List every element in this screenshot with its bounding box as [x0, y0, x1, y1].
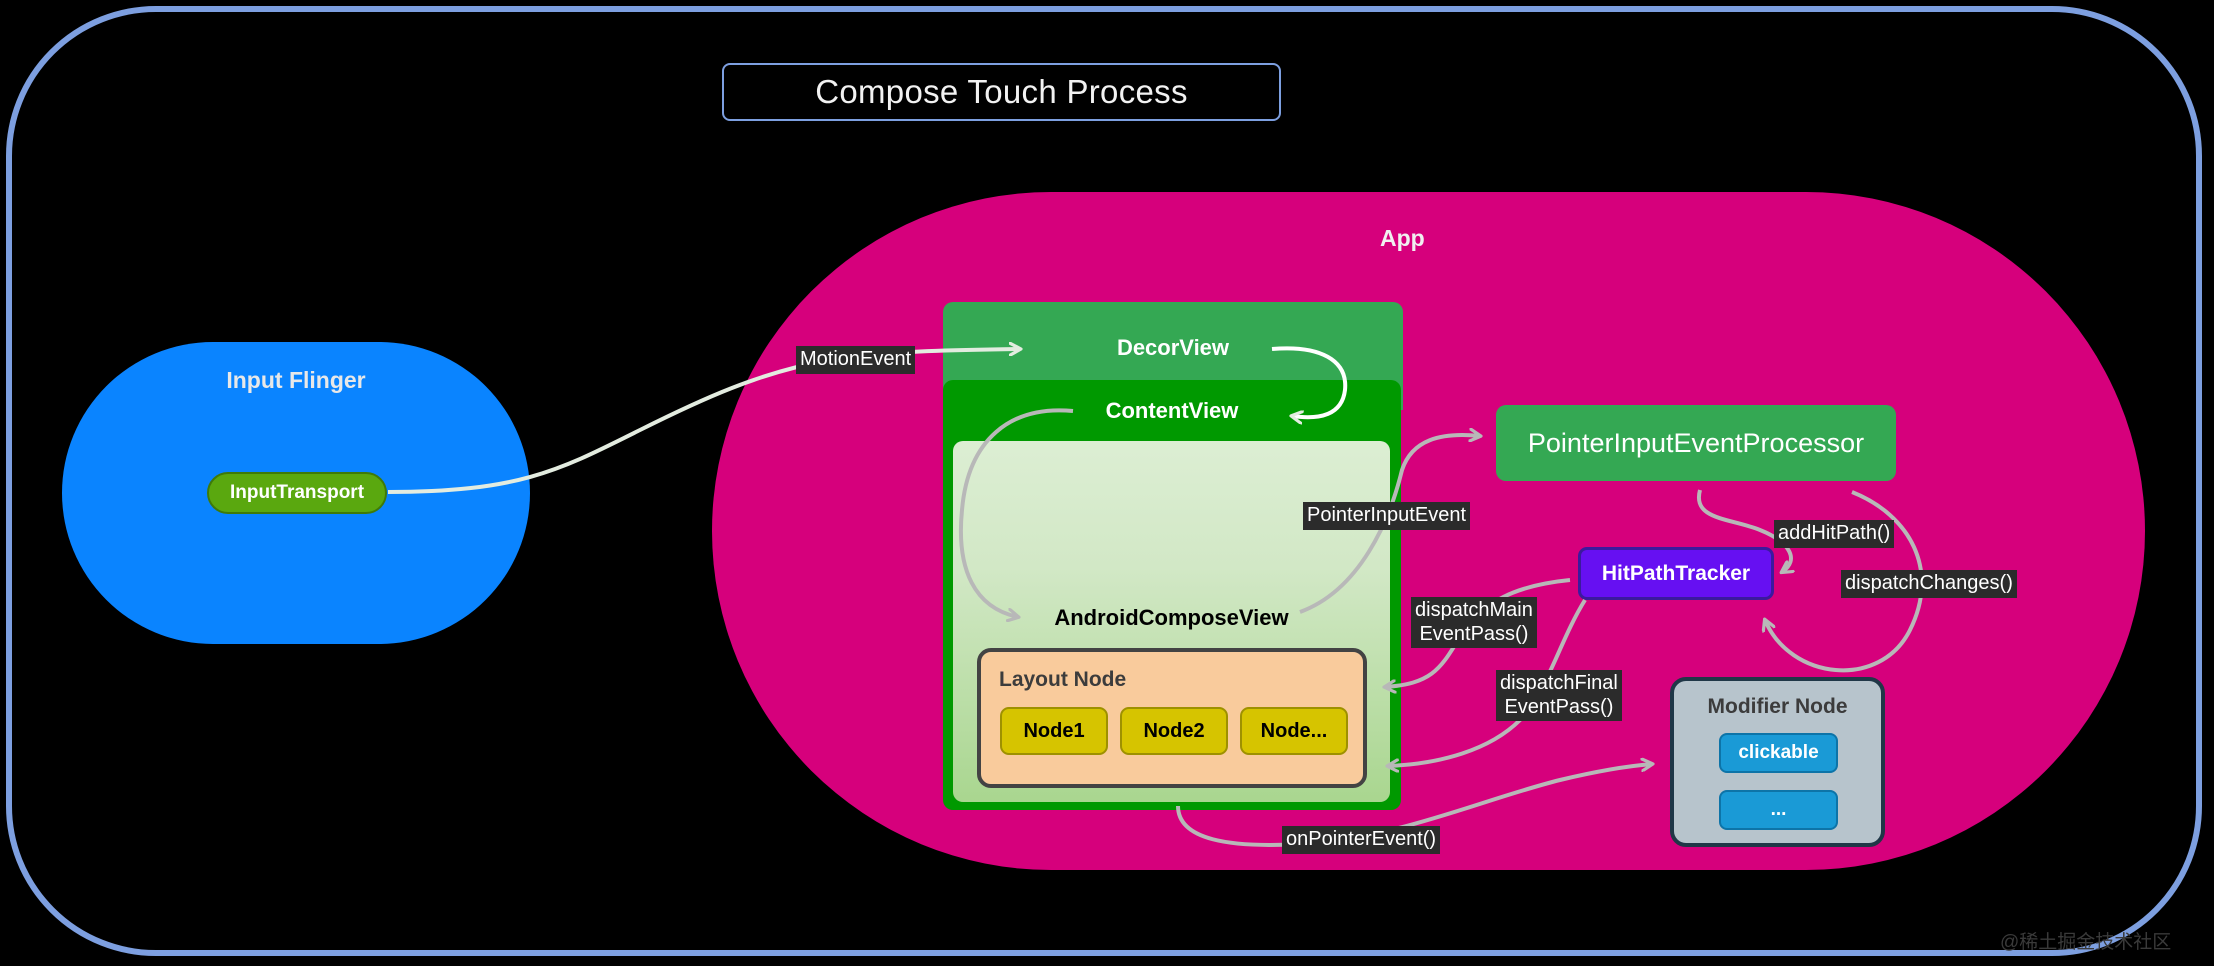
modifier-item-clickable: clickable [1719, 733, 1838, 773]
diagram-title-box: Compose Touch Process [722, 63, 1281, 121]
modifier-node-title: Modifier Node [1707, 695, 1848, 718]
diagram-canvas: Compose Touch Process App Input Flinger … [0, 0, 2214, 966]
modifier-item-more: ... [1719, 790, 1838, 830]
android-compose-view-label: AndroidComposeView [1054, 605, 1289, 630]
layout-node-children: Node1 Node2 Node... [1000, 707, 1348, 755]
input-flinger-label: Input Flinger [226, 367, 366, 393]
content-view-label: ContentView [1105, 398, 1239, 423]
layout-node-title: Layout Node [999, 668, 1127, 691]
page-title: Compose Touch Process [815, 73, 1188, 110]
layout-child-node: Node... [1240, 707, 1348, 755]
edge-label-dispatch-final-event-pass: dispatchFinal EventPass() [1496, 670, 1622, 722]
app-region [712, 192, 2145, 870]
edge-label-on-pointer-event: onPointerEvent() [1282, 826, 1441, 854]
pointer-input-event-processor-box: PointerInputEventProcessor [1496, 405, 1896, 481]
decor-view-label: DecorView [1116, 335, 1230, 360]
watermark: @稀土掘金技术社区 [2000, 932, 2172, 953]
input-transport-node: InputTransport [207, 472, 387, 514]
edge-label-dispatch-changes: dispatchChanges() [1841, 570, 2017, 598]
edge-label-dispatch-main-event-pass: dispatchMain EventPass() [1411, 597, 1537, 649]
edge-label-motion-event: MotionEvent [796, 346, 916, 374]
hit-path-tracker-box: HitPathTracker [1578, 547, 1774, 600]
edge-label-add-hit-path: addHitPath() [1774, 520, 1895, 548]
app-region-label: App [1380, 225, 1425, 251]
layout-child-node: Node1 [1000, 707, 1108, 755]
layout-child-node: Node2 [1120, 707, 1228, 755]
edge-label-pointer-input-event: PointerInputEvent [1303, 502, 1470, 530]
